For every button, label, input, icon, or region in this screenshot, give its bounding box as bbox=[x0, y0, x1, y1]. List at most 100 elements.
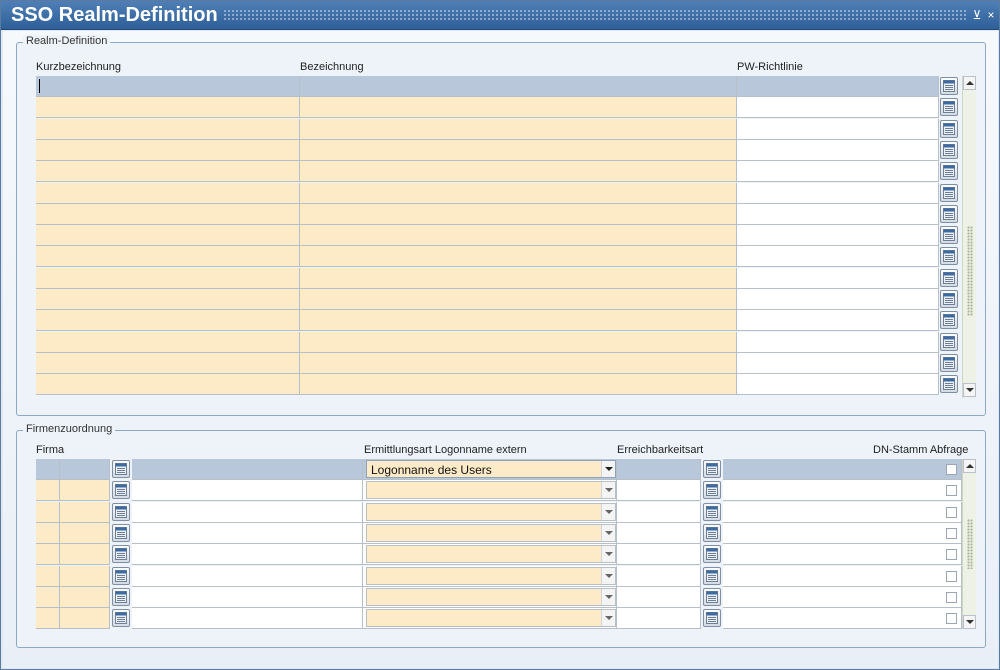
ermittlungsart-select[interactable] bbox=[366, 587, 616, 606]
kurzbezeichnung-cell[interactable] bbox=[36, 97, 300, 119]
lookup-list-icon[interactable] bbox=[940, 77, 958, 95]
kurzbezeichnung-cell[interactable] bbox=[36, 76, 300, 97]
erreichbarkeitsart-cell[interactable] bbox=[617, 501, 701, 523]
lookup-list-icon[interactable] bbox=[112, 566, 130, 585]
bezeichnung-cell[interactable] bbox=[300, 246, 737, 268]
erreichbarkeitsart-cell[interactable] bbox=[617, 544, 701, 566]
firma-name-cell[interactable] bbox=[132, 501, 363, 523]
realm-scrollbar[interactable] bbox=[962, 76, 976, 398]
firma-cell[interactable] bbox=[60, 608, 110, 630]
erreichbarkeitsart-cell[interactable] bbox=[617, 459, 701, 480]
lookup-list-icon[interactable] bbox=[703, 545, 721, 564]
lookup-list-icon[interactable] bbox=[940, 98, 958, 117]
chevron-down-icon[interactable] bbox=[601, 503, 615, 520]
pw-richtlinie-cell[interactable] bbox=[737, 267, 939, 289]
bezeichnung-cell[interactable] bbox=[300, 76, 737, 97]
pw-richtlinie-cell[interactable] bbox=[737, 246, 939, 268]
arrow-up-icon[interactable] bbox=[963, 76, 976, 90]
firma-name-cell[interactable] bbox=[132, 565, 363, 587]
lookup-list-icon[interactable] bbox=[940, 290, 958, 308]
pw-richtlinie-cell[interactable] bbox=[737, 289, 939, 310]
lookup-list-icon[interactable] bbox=[703, 481, 721, 500]
lookup-list-icon[interactable] bbox=[112, 545, 130, 564]
kurzbezeichnung-cell[interactable] bbox=[36, 139, 300, 161]
firma-id-cell[interactable] bbox=[36, 459, 60, 480]
firma-cell[interactable] bbox=[60, 480, 110, 502]
firma-name-cell[interactable] bbox=[132, 586, 363, 608]
dn-stamm-abfrage-checkbox[interactable] bbox=[946, 570, 957, 582]
kurzbezeichnung-cell[interactable] bbox=[36, 118, 300, 140]
firma-id-cell[interactable] bbox=[36, 522, 60, 544]
firma-name-cell[interactable] bbox=[132, 459, 363, 480]
ermittlungsart-select[interactable] bbox=[366, 523, 616, 542]
lookup-list-icon[interactable] bbox=[940, 162, 958, 181]
bezeichnung-cell[interactable] bbox=[300, 310, 737, 332]
lookup-list-icon[interactable] bbox=[112, 523, 130, 542]
close-icon[interactable]: × bbox=[984, 7, 998, 23]
arrow-down-icon[interactable] bbox=[963, 383, 976, 397]
arrow-up-icon[interactable] bbox=[963, 459, 976, 473]
chevron-down-icon[interactable] bbox=[601, 567, 615, 584]
pw-richtlinie-cell[interactable] bbox=[737, 182, 939, 204]
firma-id-cell[interactable] bbox=[36, 501, 60, 523]
pw-richtlinie-cell[interactable] bbox=[737, 118, 939, 140]
bezeichnung-cell[interactable] bbox=[300, 97, 737, 119]
lookup-list-icon[interactable] bbox=[940, 204, 958, 223]
bezeichnung-cell[interactable] bbox=[300, 139, 737, 161]
bezeichnung-cell[interactable] bbox=[300, 267, 737, 289]
kurzbezeichnung-cell[interactable] bbox=[36, 267, 300, 289]
lookup-list-icon[interactable] bbox=[940, 353, 958, 372]
pw-richtlinie-cell[interactable] bbox=[737, 331, 939, 353]
firma-cell[interactable] bbox=[60, 522, 110, 544]
lookup-list-icon[interactable] bbox=[940, 119, 958, 138]
pw-richtlinie-cell[interactable] bbox=[737, 203, 939, 225]
pw-richtlinie-cell[interactable] bbox=[737, 225, 939, 247]
firma-name-cell[interactable] bbox=[132, 522, 363, 544]
lookup-list-icon[interactable] bbox=[940, 332, 958, 351]
lookup-list-icon[interactable] bbox=[112, 481, 130, 500]
erreichbarkeitsart-cell[interactable] bbox=[617, 586, 701, 608]
pw-richtlinie-cell[interactable] bbox=[737, 352, 939, 374]
dn-stamm-abfrage-checkbox[interactable] bbox=[946, 506, 957, 518]
lookup-list-icon[interactable] bbox=[940, 140, 958, 159]
kurzbezeichnung-cell[interactable] bbox=[36, 246, 300, 268]
firma-id-cell[interactable] bbox=[36, 565, 60, 587]
lookup-list-icon[interactable] bbox=[703, 523, 721, 542]
dn-stamm-abfrage-checkbox[interactable] bbox=[946, 591, 957, 603]
scrollbar-grip[interactable] bbox=[967, 226, 973, 316]
kurzbezeichnung-cell[interactable] bbox=[36, 352, 300, 374]
lookup-list-icon[interactable] bbox=[703, 566, 721, 585]
bezeichnung-cell[interactable] bbox=[300, 331, 737, 353]
ermittlungsart-select[interactable] bbox=[366, 481, 616, 500]
ermittlungsart-select[interactable] bbox=[366, 545, 616, 564]
chevron-down-icon[interactable] bbox=[601, 546, 615, 563]
minimize-icon[interactable]: ⊻ bbox=[970, 7, 984, 23]
bezeichnung-cell[interactable] bbox=[300, 118, 737, 140]
erreichbarkeitsart-cell[interactable] bbox=[617, 565, 701, 587]
lookup-list-icon[interactable] bbox=[940, 311, 958, 330]
kurzbezeichnung-cell[interactable] bbox=[36, 310, 300, 332]
lookup-list-icon[interactable] bbox=[112, 502, 130, 521]
bezeichnung-cell[interactable] bbox=[300, 182, 737, 204]
lookup-list-icon[interactable] bbox=[940, 226, 958, 245]
firma-scrollbar[interactable] bbox=[962, 459, 976, 629]
lookup-list-icon[interactable] bbox=[940, 247, 958, 266]
firma-id-cell[interactable] bbox=[36, 480, 60, 502]
kurzbezeichnung-cell[interactable] bbox=[36, 374, 300, 396]
dn-stamm-abfrage-checkbox[interactable] bbox=[946, 464, 957, 475]
scrollbar-grip[interactable] bbox=[967, 519, 973, 569]
dn-stamm-abfrage-checkbox[interactable] bbox=[946, 485, 957, 497]
bezeichnung-cell[interactable] bbox=[300, 289, 737, 310]
pw-richtlinie-cell[interactable] bbox=[737, 374, 939, 396]
firma-cell[interactable] bbox=[60, 501, 110, 523]
chevron-down-icon[interactable] bbox=[601, 610, 615, 627]
dn-stamm-abfrage-checkbox[interactable] bbox=[946, 549, 957, 561]
kurzbezeichnung-cell[interactable] bbox=[36, 225, 300, 247]
chevron-down-icon[interactable] bbox=[601, 461, 615, 477]
kurzbezeichnung-cell[interactable] bbox=[36, 331, 300, 353]
bezeichnung-cell[interactable] bbox=[300, 374, 737, 396]
firma-id-cell[interactable] bbox=[36, 586, 60, 608]
pw-richtlinie-cell[interactable] bbox=[737, 310, 939, 332]
firma-cell[interactable] bbox=[60, 565, 110, 587]
chevron-down-icon[interactable] bbox=[601, 524, 615, 541]
